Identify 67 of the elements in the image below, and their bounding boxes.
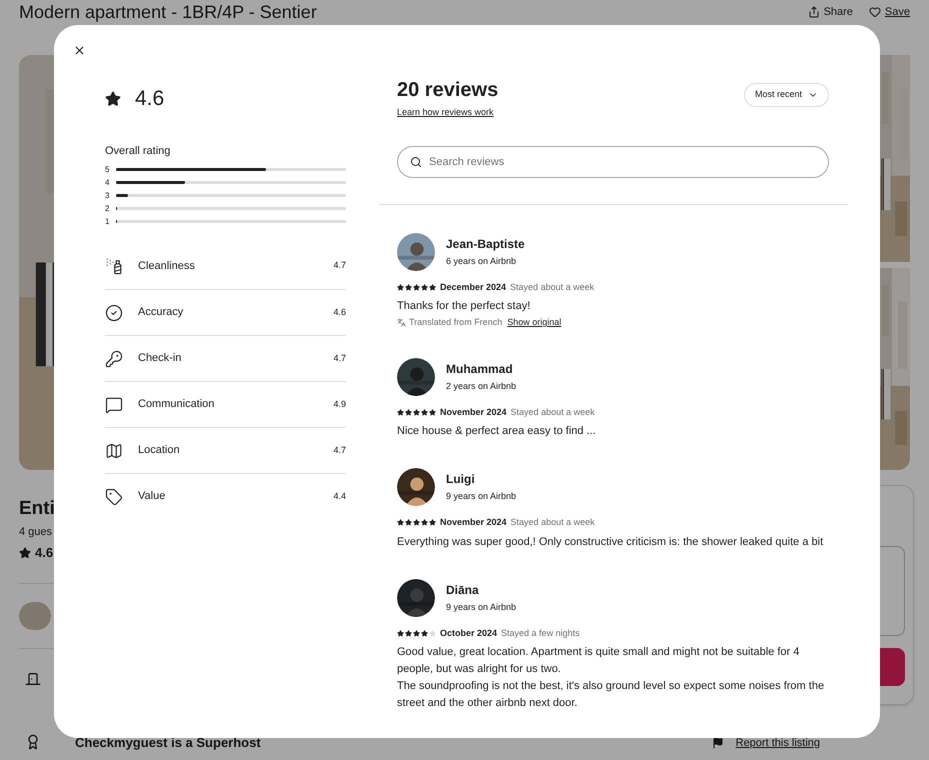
heart-icon xyxy=(868,6,881,18)
share-button[interactable]: Share xyxy=(808,4,853,20)
category-name: Communication xyxy=(138,397,216,412)
sort-dropdown[interactable]: Most recent xyxy=(744,83,829,107)
stay-length: Stayed about a week xyxy=(510,516,595,529)
reviewer-name: Muhammad xyxy=(446,360,514,378)
reviewer-name: Diāna xyxy=(446,582,480,599)
rating-level-label: 4 xyxy=(105,176,110,188)
review-text: Thanks for the perfect stay! xyxy=(397,299,532,314)
learn-reviews-link[interactable]: Learn how reviews work xyxy=(397,106,498,120)
guest-summary: 4 gues xyxy=(19,524,52,540)
category-score: 4.7 xyxy=(333,444,346,457)
category-name: Check-in xyxy=(138,351,182,366)
speech-bubble-icon xyxy=(105,396,123,414)
overall-score: 4.6 xyxy=(135,86,164,112)
star-icon xyxy=(105,90,121,107)
rating-level-label: 1 xyxy=(105,216,110,228)
category-score: 4.7 xyxy=(333,352,346,365)
flag-icon xyxy=(712,737,724,750)
rating-level-label: 2 xyxy=(105,202,110,214)
category-score: 4.7 xyxy=(333,259,346,272)
rating-value: 4.6 xyxy=(35,544,54,562)
review-date: November 2024 xyxy=(440,406,507,418)
review-text: Nice house & perfect area easy to find ... xyxy=(397,424,597,439)
category-name: Accuracy xyxy=(138,305,184,320)
reviewer-name: Luigi xyxy=(446,471,476,488)
share-icon xyxy=(808,6,820,18)
show-original-link[interactable]: Show original xyxy=(507,316,562,330)
category-name: Value xyxy=(138,489,166,504)
reviews-count-heading: 20 reviews xyxy=(397,78,498,103)
overall-rating-label: Overall rating xyxy=(105,144,172,158)
category-name: Location xyxy=(138,443,181,458)
report-link[interactable]: Report this listing xyxy=(736,735,820,752)
search-field[interactable]: Search reviews xyxy=(397,146,829,178)
listing-title: Modern apartment - 1BR/4P - Sentier xyxy=(19,2,317,22)
star-icon xyxy=(19,546,31,559)
review-text: Good value, great location. Apartment is quite small and might not be suitable for 4 people, but was alright for us two. The soundproofing is not the best, it's also ground level so expect some noises from the street and the other airbnb next door. xyxy=(397,645,826,711)
review-date: December 2024 xyxy=(440,280,506,294)
review-date: November 2024 xyxy=(440,516,507,529)
spray-bottle-icon xyxy=(105,257,123,275)
door-icon xyxy=(25,670,41,686)
category-score: 4.4 xyxy=(333,490,346,503)
reviewer-name: Jean-Baptiste xyxy=(446,236,525,253)
rating-level-label: 5 xyxy=(105,164,110,176)
stay-length: Stayed about a week xyxy=(510,280,594,294)
check-circle-icon xyxy=(105,304,123,322)
category-score: 4.9 xyxy=(333,398,346,411)
translation-note: Translated from French xyxy=(409,316,502,329)
category-score: 4.6 xyxy=(333,306,346,319)
rating-level-label: 3 xyxy=(105,190,110,202)
search-icon xyxy=(410,156,422,168)
key-icon xyxy=(105,350,123,368)
reviewer-tenure: 6 years on Airbnb xyxy=(446,254,518,268)
stay-length: Stayed a few nights xyxy=(501,626,580,640)
reviewer-tenure: 9 years on Airbnb xyxy=(446,600,516,614)
translate-icon xyxy=(397,318,406,328)
review-text: Everything was super good,! Only constructive criticism is: the shower leaked quite a bit xyxy=(397,534,824,550)
save-button[interactable]: Save xyxy=(868,4,910,20)
review-date: October 2024 xyxy=(440,626,498,640)
reviewer-tenure: 9 years on Airbnb xyxy=(446,490,516,504)
listing-heading: Enti xyxy=(19,497,55,521)
reviewer-tenure: 2 years on Airbnb xyxy=(446,380,516,393)
map-icon xyxy=(105,442,123,460)
stay-length: Stayed about a week xyxy=(510,406,595,419)
category-name: Cleanliness xyxy=(138,258,196,274)
superhost-text: Checkmyguest is a Superhost xyxy=(75,734,261,752)
tag-icon xyxy=(105,488,123,506)
